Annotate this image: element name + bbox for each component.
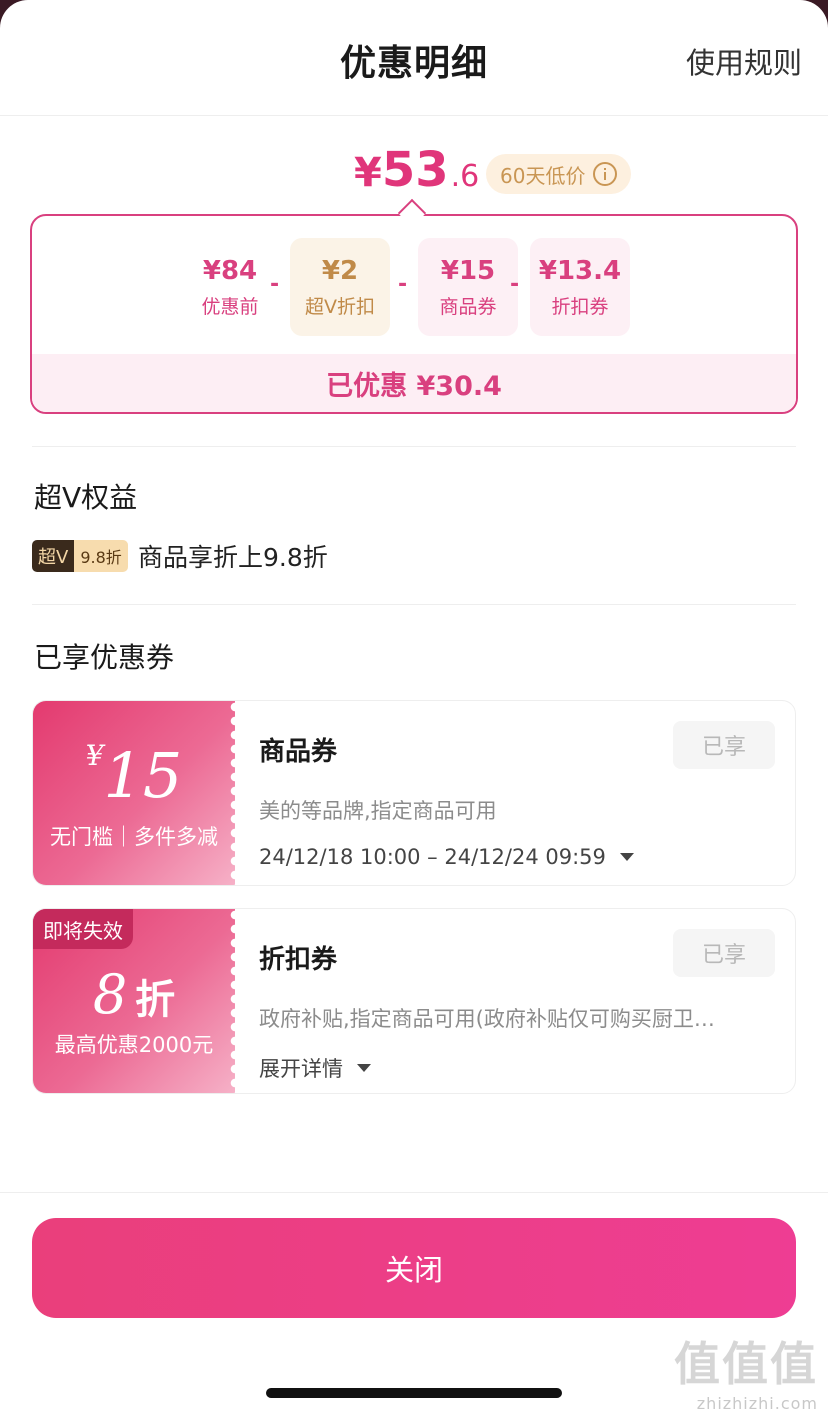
coupon-validity-toggle[interactable]: 24/12/18 10:00 – 24/12/24 09:59 xyxy=(259,845,634,869)
final-price: ¥ 53 .6 xyxy=(354,142,479,198)
chevron-down-icon xyxy=(357,1064,371,1072)
breakdown-goods-coupon: ¥15 商品券 xyxy=(418,238,518,336)
coupon-value: 8折 xyxy=(33,963,235,1026)
coupon-amount: 8 xyxy=(92,963,128,1026)
minus-sign: - xyxy=(510,272,520,297)
breakdown-label: 折扣券 xyxy=(551,295,609,318)
home-indicator[interactable] xyxy=(266,1388,562,1398)
breakdown-amount: ¥15 xyxy=(440,255,496,286)
low-price-label: 60天低价 xyxy=(500,163,586,188)
coupon-condition: 无门槛｜多件多减 xyxy=(50,825,218,849)
price-breakdown: ¥84 优惠前 - ¥2 超V折扣 - ¥15 商品券 - ¥13.4 折扣券 … xyxy=(30,214,798,414)
breakdown-label: 优惠前 xyxy=(201,295,259,318)
coupon-validity: 24/12/18 10:00 – 24/12/24 09:59 xyxy=(259,845,606,869)
coupon-value-panel: 即将失效 8折 最高优惠2000元 xyxy=(33,909,241,1093)
breakdown-label: 商品券 xyxy=(439,295,497,318)
coupon-unit: 折 xyxy=(135,977,176,1023)
watermark: 值值值 zhizhizhi.com xyxy=(674,1328,818,1413)
superv-badge: 超V 9.8折 xyxy=(32,540,128,572)
breakdown-original: ¥84 优惠前 xyxy=(180,238,280,336)
price-decimal: .6 xyxy=(450,159,480,194)
discount-detail-sheet: 优惠明细 使用规则 ¥ 53 .6 60天低价 ¥84 优惠前 - ¥2 超V折… xyxy=(0,0,828,1416)
breakdown-discount-coupon: ¥13.4 折扣券 xyxy=(530,238,630,336)
price-symbol: ¥ xyxy=(354,150,382,196)
expiring-badge: 即将失效 xyxy=(33,909,133,949)
saved-total: 已优惠 ¥30.4 xyxy=(32,354,796,412)
rules-link[interactable]: 使用规则 xyxy=(686,40,802,82)
watermark-url: zhizhizhi.com xyxy=(696,1394,818,1413)
divider xyxy=(32,604,796,605)
coupon-description: 政府补贴,指定商品可用(政府补贴仅可购买厨卫… xyxy=(259,1007,715,1031)
divider xyxy=(32,446,796,447)
superv-badge-left: 超V xyxy=(32,540,75,572)
superv-description: 商品享折上9.8折 xyxy=(138,543,328,572)
breakdown-label: 超V折扣 xyxy=(305,295,375,318)
breakdown-amount: ¥2 xyxy=(321,255,359,286)
coupon-value-panel: ¥15 无门槛｜多件多减 xyxy=(33,701,241,885)
coupon-currency: ¥ xyxy=(85,739,104,772)
watermark-logo: 值值值 xyxy=(674,1337,818,1391)
minus-sign: - xyxy=(270,272,280,297)
coupon-status-button[interactable]: 已享 xyxy=(673,721,775,769)
coupon-status-button[interactable]: 已享 xyxy=(673,929,775,977)
price-integer: 53 xyxy=(381,142,449,198)
coupons-section-title: 已享优惠券 xyxy=(34,641,175,674)
coupon-name: 商品券 xyxy=(259,737,338,767)
breakdown-superv: ¥2 超V折扣 xyxy=(290,238,390,336)
expand-details-label: 展开详情 xyxy=(259,1057,343,1081)
breakdown-amount: ¥13.4 xyxy=(538,255,622,286)
info-icon[interactable] xyxy=(593,162,618,186)
expand-details-toggle[interactable]: 展开详情 xyxy=(259,1053,371,1083)
superv-badge-right: 9.8折 xyxy=(74,540,128,572)
coupon-value: ¥15 xyxy=(33,739,235,812)
minus-sign: - xyxy=(398,272,408,297)
coupon-description: 美的等品牌,指定商品可用 xyxy=(259,799,497,823)
superv-section-title: 超V权益 xyxy=(34,481,138,514)
coupon-card: 即将失效 8折 最高优惠2000元 折扣券 已享 政府补贴,指定商品可用(政府补… xyxy=(32,908,796,1094)
coupon-condition: 最高优惠2000元 xyxy=(54,1033,214,1057)
breakdown-amount: ¥84 xyxy=(202,255,258,286)
coupon-name: 折扣券 xyxy=(259,945,338,975)
chevron-down-icon xyxy=(619,853,634,861)
close-button[interactable]: 关闭 xyxy=(32,1218,796,1318)
coupon-amount: 15 xyxy=(103,739,183,812)
coupon-card: ¥15 无门槛｜多件多减 商品券 已享 美的等品牌,指定商品可用 24/12/1… xyxy=(32,700,796,886)
header: 优惠明细 使用规则 xyxy=(0,0,828,116)
low-price-badge[interactable]: 60天低价 xyxy=(486,154,632,194)
